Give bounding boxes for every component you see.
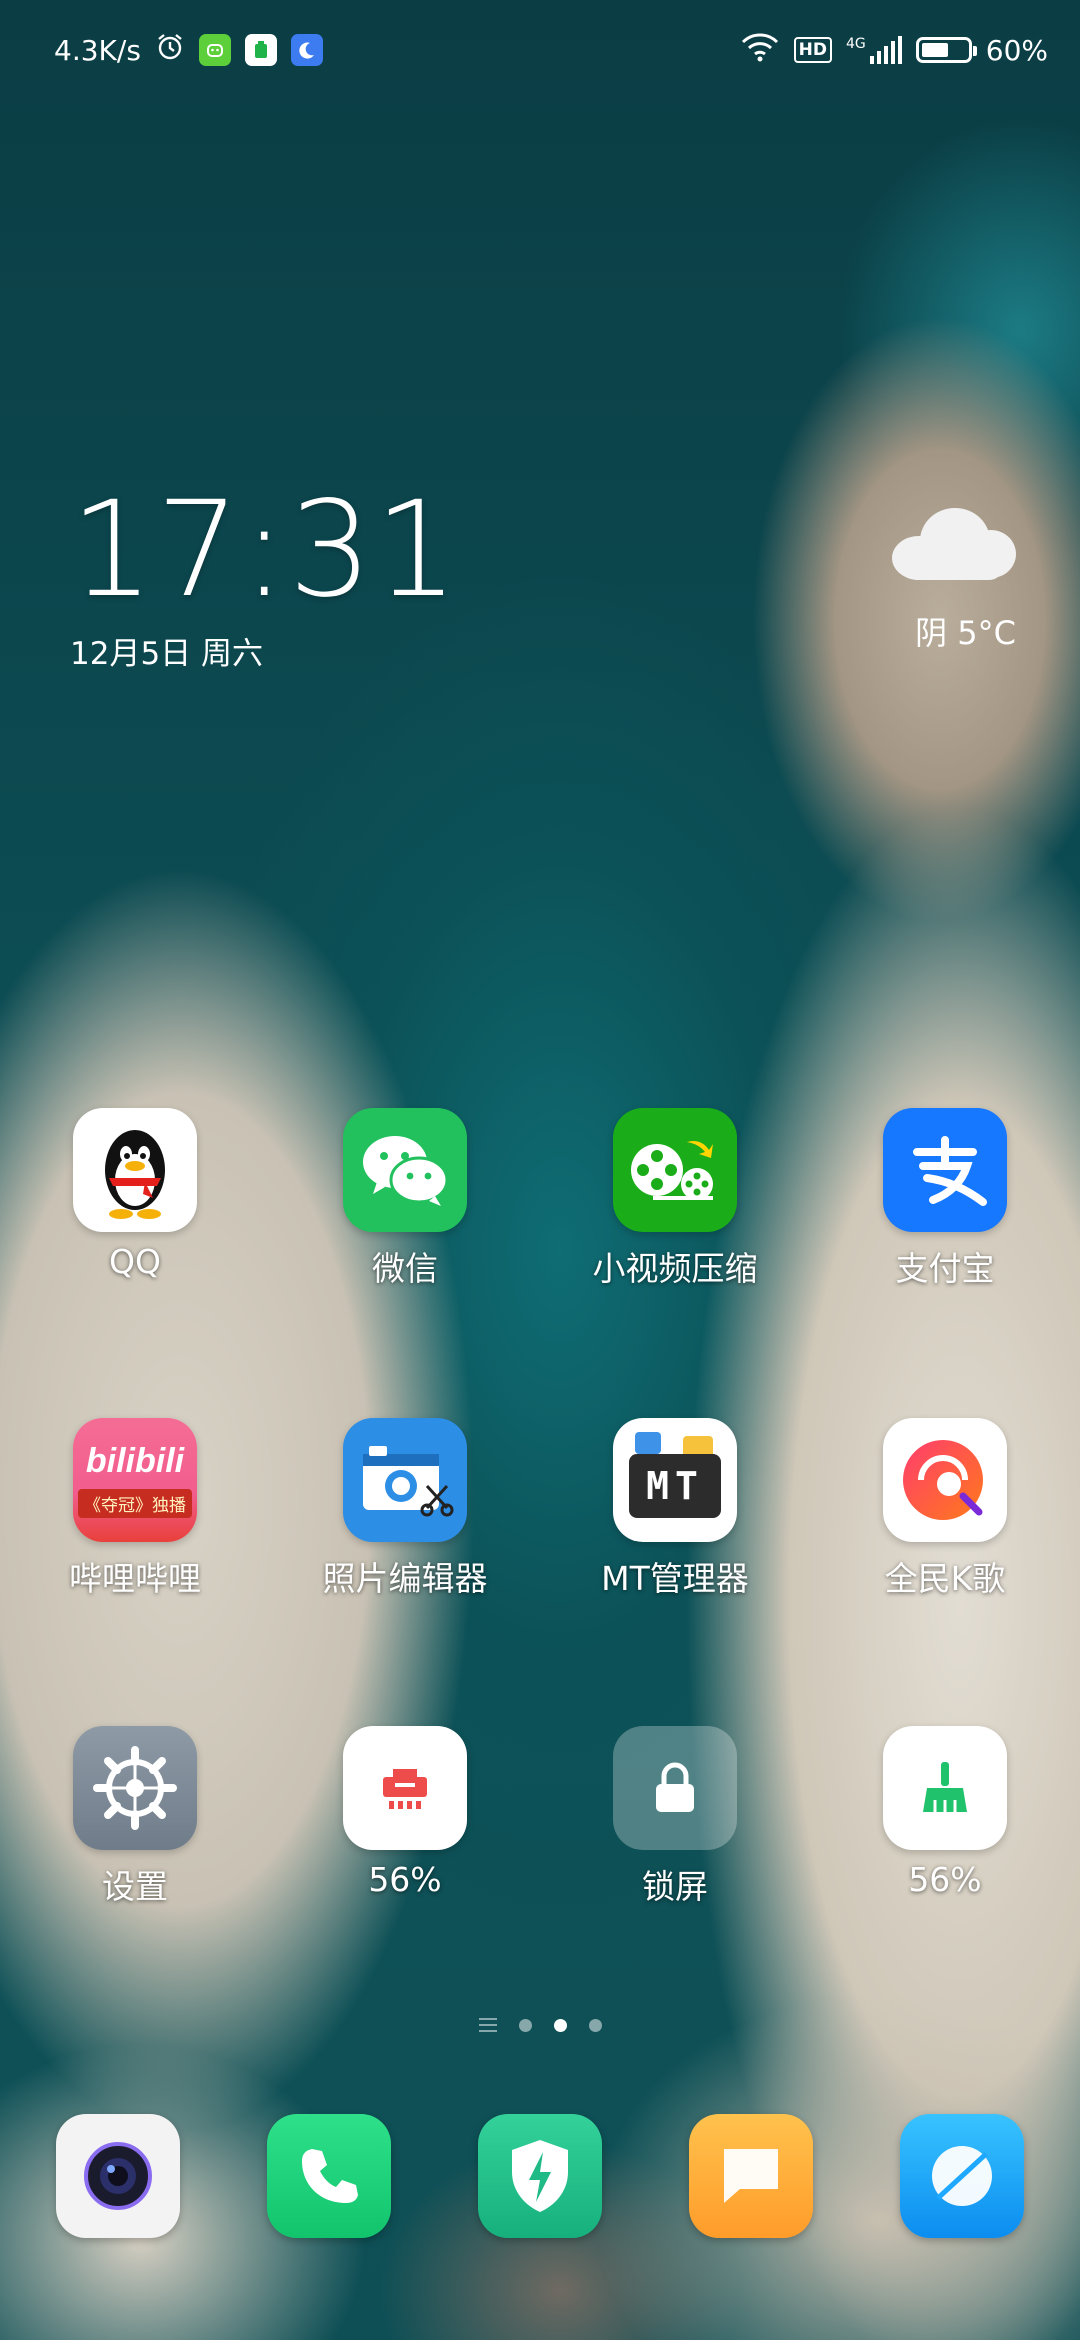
alipay-icon (883, 1108, 1007, 1232)
app-alipay[interactable]: 支付宝 (810, 1108, 1080, 1290)
clock-date: 12月5日 周六 (70, 636, 264, 672)
lock-icon (613, 1726, 737, 1850)
widget-cleaner[interactable]: 56% (810, 1726, 1080, 1908)
app-video-compress[interactable]: 小视频压缩 (540, 1108, 810, 1290)
page-indicator[interactable] (0, 2018, 1080, 2032)
mt-icon: MT (613, 1418, 737, 1542)
qq-penguin-icon (73, 1108, 197, 1232)
app-row-3: 设置 56% 锁屏 56% (0, 1726, 1080, 1908)
net-speed: 4.3K/s (54, 33, 141, 67)
network-type: 4G (846, 36, 866, 52)
browser-icon[interactable] (900, 2114, 1024, 2238)
cloud-icon (886, 500, 1016, 580)
hd-icon: HD (793, 37, 832, 63)
app-label: 设置 (102, 1867, 168, 1906)
page-dot (518, 2018, 532, 2032)
app-wechat[interactable]: 微信 (270, 1108, 540, 1290)
cleaner-app-icon (244, 34, 277, 66)
app-settings[interactable]: 设置 (0, 1726, 270, 1908)
app-mt-manager[interactable]: MT MT管理器 (540, 1418, 810, 1600)
app-label: 小视频压缩 (592, 1249, 758, 1288)
page-dot-active (553, 2018, 567, 2032)
page-indicator-menu-icon (478, 2018, 497, 2032)
widget-lock-screen[interactable]: 锁屏 (540, 1726, 810, 1908)
gear-icon (73, 1726, 197, 1850)
clock-widget[interactable]: 17:31 12月5日 周六 (70, 480, 460, 673)
shield-bolt-icon[interactable] (478, 2114, 602, 2238)
bilibili-banner-text: 《夺冠》独播 (78, 1489, 192, 1518)
battery-fill (921, 43, 949, 57)
signal-icon: 4G (846, 36, 902, 64)
page-dot (588, 2018, 602, 2032)
app-label: 哔哩哔哩 (69, 1559, 201, 1598)
app-label: 56% (908, 1860, 982, 1899)
mt-logo-text: MT (629, 1454, 721, 1518)
camera-icon[interactable] (56, 2114, 180, 2238)
app-qq[interactable]: QQ (0, 1108, 270, 1290)
battery-icon (915, 37, 977, 63)
android-app-icon (198, 34, 231, 66)
dock (0, 2114, 1080, 2238)
weather-text: 阴 5°C (915, 614, 1016, 652)
app-bilibili[interactable]: bilibili 《夺冠》独播 哔哩哔哩 (0, 1418, 270, 1600)
karaoke-icon (883, 1418, 1007, 1542)
app-label: 56% (368, 1860, 442, 1899)
wallpaper-rocks (0, 1860, 1080, 2340)
wechat-icon (343, 1108, 467, 1232)
status-right: HD 4G 60% (740, 32, 1048, 69)
moon-app-icon (290, 34, 323, 66)
broom-icon (883, 1726, 1007, 1850)
phone-icon[interactable] (267, 2114, 391, 2238)
app-row-1: QQ 微信 小视频压缩 支付宝 (0, 1108, 1080, 1290)
camera-scissors-icon (343, 1418, 467, 1542)
bilibili-logo-text: bilibili (85, 1442, 185, 1480)
widget-speedup[interactable]: 56% (270, 1726, 540, 1908)
app-label: MT管理器 (601, 1559, 749, 1598)
app-label: QQ (109, 1242, 161, 1281)
home-screen: 4.3K/s HD 4G 60% 17:31 12月5日 周六 阴 5°C QQ… (0, 0, 1080, 2340)
film-reel-icon (613, 1108, 737, 1232)
speedup-icon (343, 1726, 467, 1850)
app-label: 微信 (372, 1249, 438, 1288)
app-karaoke[interactable]: 全民K歌 (810, 1418, 1080, 1600)
battery-percent: 60% (985, 33, 1048, 67)
message-icon[interactable] (689, 2114, 813, 2238)
clock-time: 17:31 (70, 473, 461, 627)
status-bar: 4.3K/s HD 4G 60% (0, 0, 1080, 100)
wifi-icon (740, 32, 780, 69)
app-photo-editor[interactable]: 照片编辑器 (270, 1418, 540, 1600)
app-label: 照片编辑器 (322, 1559, 488, 1598)
app-label: 支付宝 (895, 1249, 995, 1288)
app-label: 锁屏 (642, 1867, 708, 1906)
app-label: 全民K歌 (884, 1559, 1006, 1598)
weather-widget[interactable]: 阴 5°C (886, 500, 1016, 654)
alarm-icon (155, 32, 185, 69)
bilibili-icon: bilibili 《夺冠》独播 (73, 1418, 197, 1542)
status-left: 4.3K/s (54, 32, 323, 69)
app-row-2: bilibili 《夺冠》独播 哔哩哔哩 照片编辑器 MT MT管理器 全民K歌 (0, 1418, 1080, 1600)
